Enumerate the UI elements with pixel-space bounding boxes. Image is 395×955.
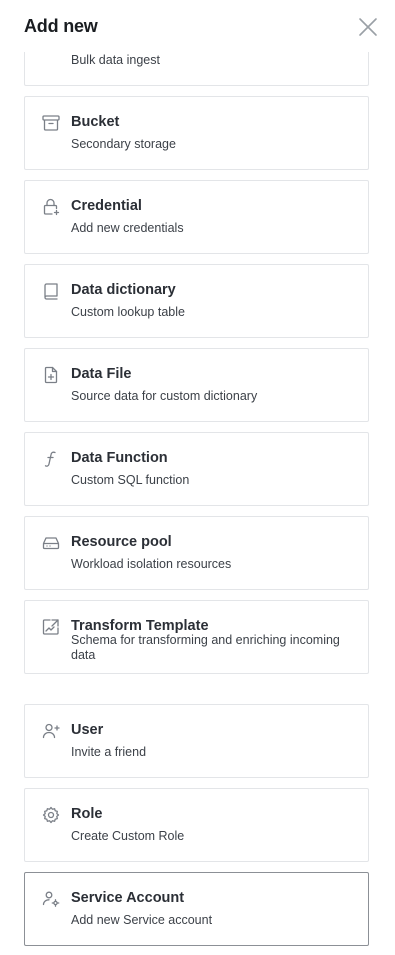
card-desc: Secondary storage [71, 137, 176, 151]
panel-title: Add new [24, 16, 98, 36]
card-desc: Custom SQL function [71, 473, 190, 487]
card-title: Data dictionary [71, 282, 176, 298]
panel-header: Add new [0, 0, 395, 52]
card-title: Data Function [71, 450, 168, 466]
card-title: Data File [71, 366, 132, 382]
card-title: Service Account [71, 890, 185, 906]
card-desc: Source data for custom dictionary [71, 389, 258, 403]
card-data-function[interactable]: Data Function Custom SQL function [24, 432, 369, 506]
card-bucket[interactable]: Bucket Secondary storage [24, 96, 369, 170]
card-title: Role [71, 806, 103, 822]
card-desc: Bulk data ingest [71, 53, 160, 67]
card-data-file[interactable]: Data File Source data for custom diction… [24, 348, 369, 422]
card-title: Resource pool [71, 534, 172, 550]
item-list[interactable]: Bulk data ingest Bucket Secondary storag… [0, 0, 395, 955]
gear-icon [41, 805, 61, 825]
card-desc: Invite a friend [71, 745, 147, 759]
card-desc: Workload isolation resources [71, 557, 232, 571]
card-title: Credential [71, 198, 142, 214]
card-role[interactable]: Role Create Custom Role [24, 788, 369, 862]
card-user[interactable]: User Invite a friend [24, 704, 369, 778]
archive-box-icon [41, 113, 61, 133]
hard-drive-icon [41, 533, 61, 553]
add-new-panel: Bulk data ingest Bucket Secondary storag… [0, 0, 395, 955]
card-desc: Add new credentials [71, 221, 184, 235]
card-service-account[interactable]: Service Account Add new Service account [24, 872, 369, 946]
card-title: Bucket [71, 114, 120, 130]
user-plus-icon [41, 721, 61, 741]
transform-icon [41, 617, 61, 637]
card-data-dictionary[interactable]: Data dictionary Custom lookup table [24, 264, 369, 338]
card-title: Transform Template [71, 618, 209, 634]
card-resource-pool[interactable]: Resource pool Workload isolation resourc… [24, 516, 369, 590]
file-plus-icon [41, 365, 61, 385]
function-icon [41, 449, 61, 469]
card-desc: Create Custom Role [71, 829, 185, 843]
book-icon [41, 281, 61, 301]
card-desc: Add new Service account [71, 913, 213, 927]
card-desc: Custom lookup table [71, 305, 185, 319]
card-transform-template[interactable]: Transform Template Schema for transformi… [24, 600, 369, 674]
card-credential[interactable]: Credential Add new credentials [24, 180, 369, 254]
card-title: User [71, 722, 104, 738]
lock-plus-icon [41, 197, 61, 217]
card-desc: Schema for transforming and enriching in… [71, 633, 340, 662]
user-gear-icon [41, 889, 61, 909]
close-icon[interactable] [356, 15, 380, 39]
